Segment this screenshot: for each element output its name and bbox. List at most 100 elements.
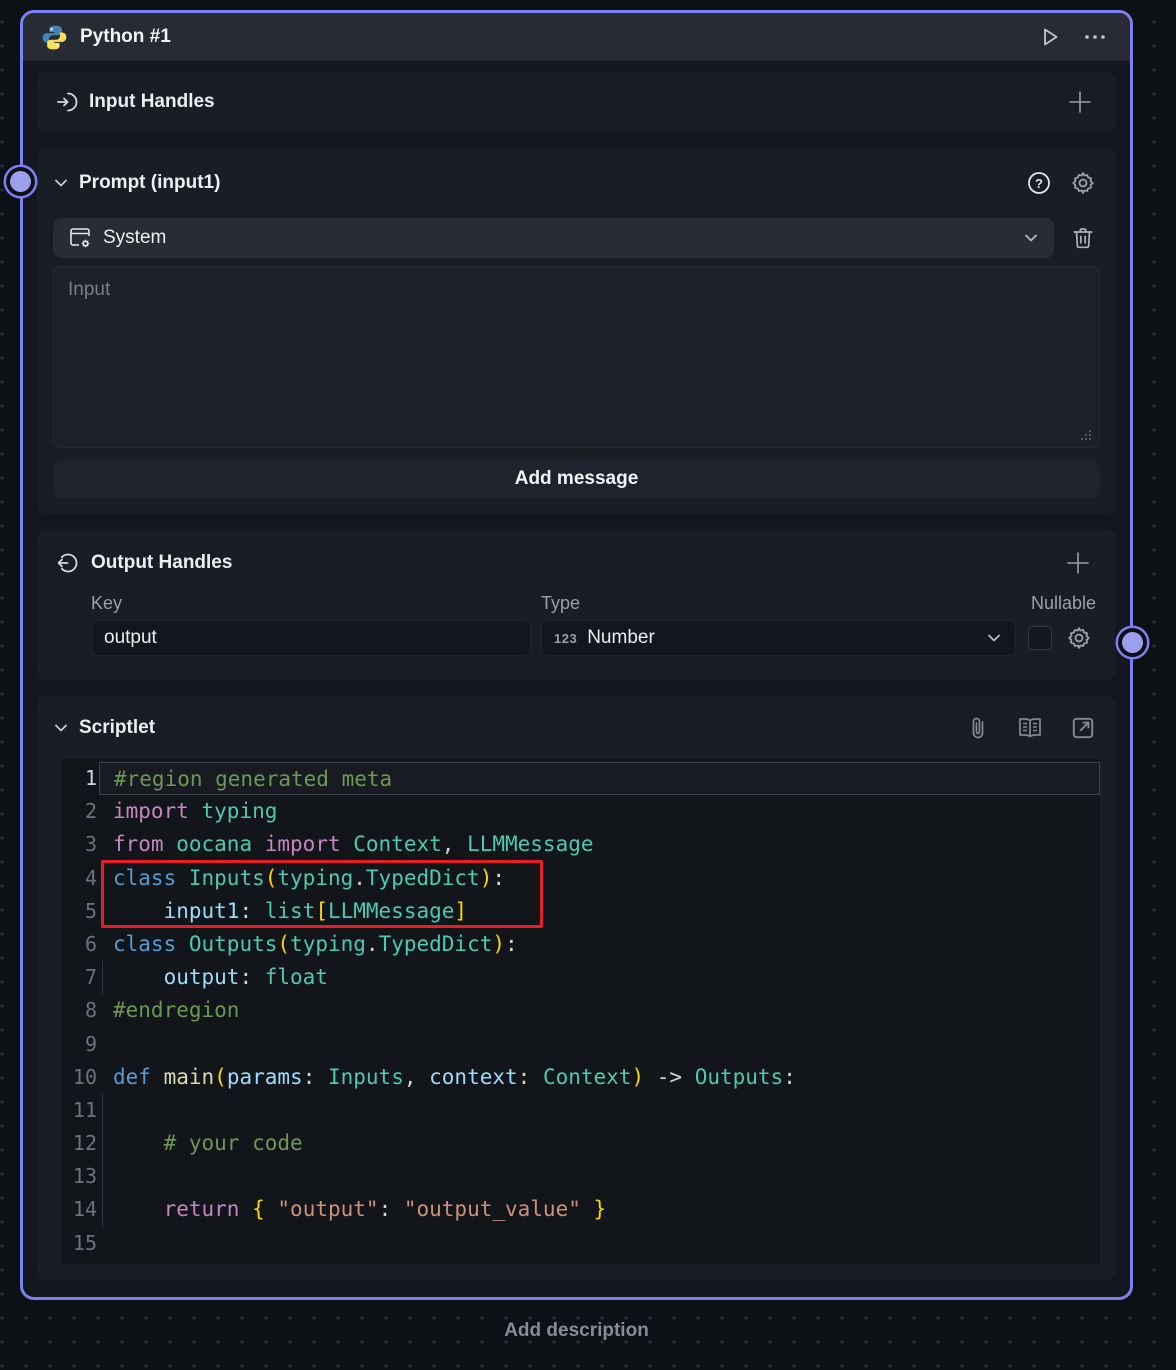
code-token: ] (454, 899, 467, 923)
input-handles-title: Input Handles (89, 91, 215, 113)
code-line: 6class Outputs(typing.TypedDict): (61, 928, 1100, 961)
svg-text:?: ? (1035, 176, 1043, 191)
input-connection-handle[interactable] (10, 171, 31, 192)
book-open-icon[interactable] (1012, 711, 1048, 745)
output-key-input[interactable] (91, 620, 531, 656)
code-token: Outputs (189, 932, 278, 956)
code-token: "output_value" (404, 1197, 581, 1221)
code-token: : (239, 899, 264, 923)
output-handle-gear-icon[interactable] (1062, 621, 1096, 655)
line-number: 1 (61, 762, 97, 795)
code-line-content: #endregion (99, 994, 1100, 1027)
code-token: context (429, 1065, 518, 1089)
code-token: } (594, 1197, 607, 1221)
code-token (176, 866, 189, 890)
code-token: def (113, 1065, 151, 1089)
add-input-handle-button[interactable] (1062, 84, 1098, 120)
code-line-content: from oocana import Context, LLMMessage (99, 828, 1100, 861)
code-token (176, 932, 189, 956)
code-token: typing (290, 932, 366, 956)
resize-grip-icon[interactable] (1080, 429, 1092, 441)
chevron-down-icon[interactable] (53, 175, 69, 191)
output-connection-handle[interactable] (1122, 632, 1143, 653)
code-line: 4class Inputs(typing.TypedDict): (61, 862, 1100, 895)
export-icon (57, 551, 81, 575)
line-number: 2 (61, 795, 97, 828)
gear-icon[interactable] (1066, 166, 1100, 200)
python-logo (41, 24, 68, 51)
add-output-handle-button[interactable] (1060, 545, 1096, 581)
code-line-content (99, 1227, 1100, 1260)
code-line-content: # your code (99, 1127, 1100, 1160)
line-number: 15 (61, 1227, 97, 1260)
code-token: class (113, 932, 176, 956)
code-token (113, 899, 164, 923)
line-number: 14 (61, 1193, 97, 1226)
window-gear-icon (67, 225, 93, 251)
trash-icon[interactable] (1066, 221, 1100, 255)
code-token: Context (353, 832, 442, 856)
code-token: list (265, 899, 316, 923)
code-line: 10def main(params: Inputs, context: Cont… (61, 1061, 1100, 1094)
line-number: 5 (61, 895, 97, 928)
code-token: input1 (164, 899, 240, 923)
external-link-icon[interactable] (1066, 711, 1100, 745)
prompt-input-placeholder: Input (68, 279, 110, 300)
prompt-section: Prompt (input1) ? (37, 148, 1116, 514)
run-button[interactable] (1034, 21, 1066, 53)
code-token: , (404, 1065, 429, 1089)
code-token: typing (202, 799, 278, 823)
code-token: TypedDict (366, 866, 480, 890)
line-number: 8 (61, 994, 97, 1027)
code-line: 2import typing (61, 795, 1100, 828)
code-token (189, 799, 202, 823)
code-token: ) (480, 866, 493, 890)
code-token: : (505, 932, 518, 956)
code-line: 8#endregion (61, 994, 1100, 1027)
code-token: output (164, 965, 240, 989)
ellipsis-menu-button[interactable] (1078, 21, 1112, 53)
output-handles-section: Output Handles Key Type Nullable 123 Num… (37, 529, 1116, 680)
message-role-select[interactable]: System (53, 218, 1054, 258)
paperclip-icon[interactable] (962, 711, 994, 745)
add-message-button[interactable]: Add message (53, 460, 1100, 498)
scriptlet-section: Scriptlet (37, 695, 1116, 1280)
line-number: 11 (61, 1094, 97, 1127)
code-token (265, 1197, 278, 1221)
code-editor[interactable]: 1#region generated meta2import typing3fr… (61, 759, 1100, 1264)
code-token: , (442, 832, 467, 856)
code-token: LLMMessage (467, 832, 593, 856)
code-token: ( (214, 1065, 227, 1089)
column-type-label: Type (541, 593, 1031, 614)
prompt-title: Prompt (input1) (79, 172, 220, 194)
chevron-down-icon[interactable] (53, 720, 69, 736)
code-token: Inputs (328, 1065, 404, 1089)
python-node-card[interactable]: Python #1 Input Handles (20, 10, 1133, 1300)
select-chevron-icon (1022, 229, 1040, 247)
code-token (164, 832, 177, 856)
code-token: #region generated meta (114, 767, 392, 791)
code-token: typing (277, 866, 353, 890)
help-icon[interactable]: ? (1022, 166, 1056, 200)
prompt-input[interactable]: Input (53, 266, 1100, 448)
code-token: oocana (176, 832, 252, 856)
code-token: : (492, 866, 505, 890)
line-number: 6 (61, 928, 97, 961)
code-token: [ (315, 899, 328, 923)
code-line-content: input1: list[LLMMessage] (99, 895, 1100, 928)
code-token (252, 832, 265, 856)
line-number: 10 (61, 1061, 97, 1094)
code-line: 5 input1: list[LLMMessage] (61, 895, 1100, 928)
line-number: 4 (61, 862, 97, 895)
code-line-content: #region generated meta (99, 762, 1100, 795)
output-type-select[interactable]: 123 Number (541, 620, 1016, 656)
code-token: ) (631, 1065, 644, 1089)
line-number: 7 (61, 961, 97, 994)
add-description-button[interactable]: Add description (20, 1320, 1133, 1342)
code-line-content: class Outputs(typing.TypedDict): (99, 928, 1100, 961)
code-token: LLMMessage (328, 899, 454, 923)
nullable-checkbox[interactable] (1028, 626, 1052, 650)
code-line: 1 #region generated meta (61, 762, 1100, 795)
code-token (113, 1197, 164, 1221)
column-nullable-label: Nullable (1031, 593, 1096, 614)
